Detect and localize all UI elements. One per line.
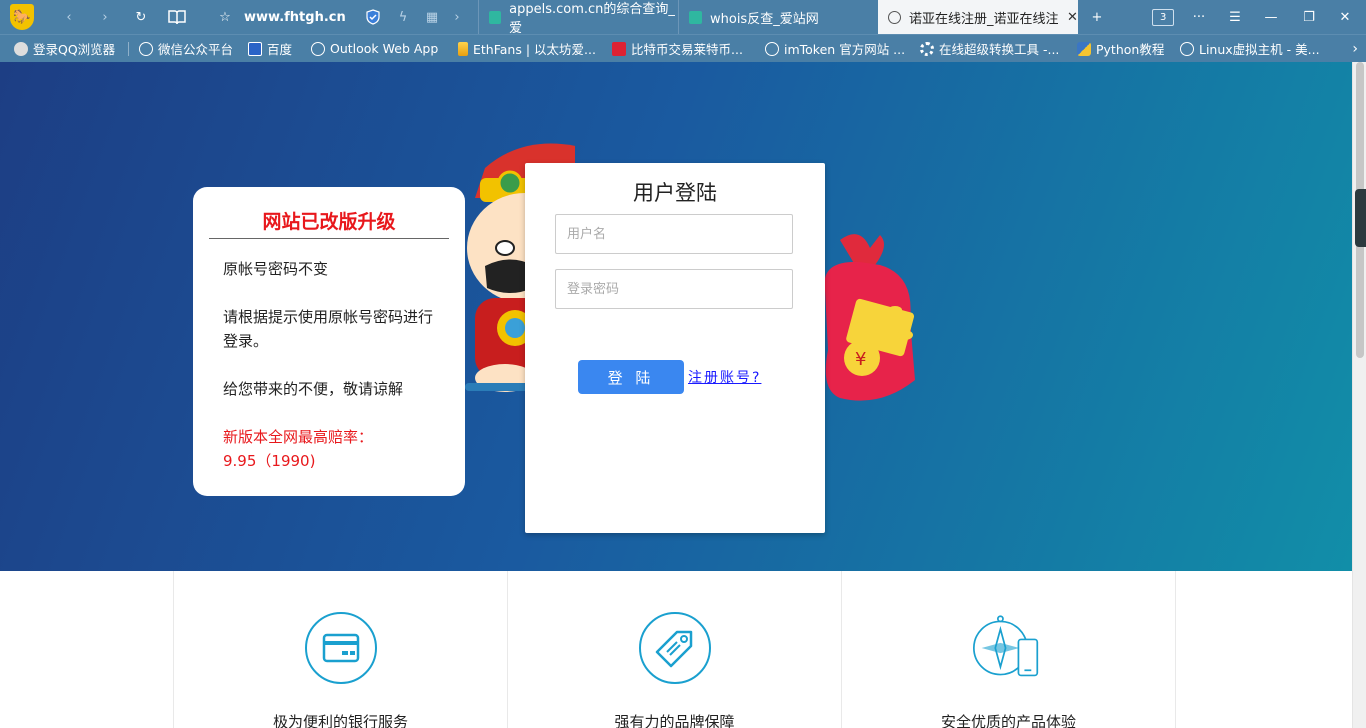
side-float-widget[interactable] — [1355, 189, 1366, 247]
bookmark-wechat[interactable]: 微信公众平台 — [139, 35, 233, 62]
feature-label: 安全优质的产品体验 — [940, 713, 1076, 728]
svg-text:¥: ¥ — [855, 349, 866, 370]
tab-whois[interactable]: whois反查_爱站网 — [678, 0, 876, 34]
restore-icon[interactable]: ❐ — [1294, 0, 1324, 34]
bookmark-imtoken[interactable]: imToken 官方网站 ... — [765, 35, 905, 62]
baidu-paw-icon — [248, 41, 262, 56]
back-icon[interactable]: ‹ — [56, 0, 82, 34]
notice-line-instruction: 请根据提示使用原帐号密码进行登录。 — [223, 308, 434, 350]
bookmark-bitcoin[interactable]: 比特币交易莱特币... — [612, 35, 743, 62]
bookmarks-bar: 登录QQ浏览器 微信公众平台 百度 Outlook Web App EthFan… — [0, 34, 1366, 62]
feature-icon-circle — [305, 612, 377, 684]
browser-tab-bar: 🐎 ‹ › ↻ ☆ www.fhtgh.cn ϟ ▦ › appels.com.… — [0, 0, 1366, 36]
feature-icon-circle — [973, 612, 1045, 684]
globe-icon — [311, 41, 325, 56]
site-favicon-icon — [489, 10, 502, 24]
more-bookmarks-chevron-icon[interactable]: › — [1352, 35, 1358, 62]
globe-icon — [139, 41, 153, 56]
bookmark-baidu[interactable]: 百度 — [248, 35, 292, 62]
feature-icon-circle — [639, 612, 711, 684]
price-tag-icon — [655, 630, 693, 668]
new-tab-button[interactable]: + — [1082, 0, 1112, 34]
bookmark-python[interactable]: Python教程 — [1077, 35, 1164, 62]
bookmark-linux[interactable]: Linux虚拟主机 - 美... — [1180, 35, 1320, 62]
feature-label: 极为便利的银行服务 — [272, 713, 408, 728]
hamburger-menu-icon[interactable]: ☰ — [1220, 0, 1250, 34]
login-button[interactable]: 登 陆 — [578, 360, 684, 394]
close-tab-icon[interactable]: ✕ — [1067, 10, 1078, 25]
python-icon — [1077, 41, 1091, 56]
notice-line-odds-label: 新版本全网最高赔率： — [223, 428, 374, 446]
login-card: 用户登陆 登 陆 注册账号? — [525, 163, 825, 533]
forward-icon[interactable]: › — [92, 0, 118, 34]
features-row: 极为便利的银行服务 强有力的品牌保障 安全优质的产品体验 — [173, 571, 1177, 728]
notice-line-odds-value: 9.95（1990) — [223, 452, 316, 470]
refresh-icon[interactable]: ↻ — [128, 0, 154, 34]
qr-code-icon[interactable]: ▦ — [419, 0, 445, 34]
tab-title: 诺亚在线注册_诺亚在线注册 — [909, 11, 1059, 27]
bookmark-ethfans[interactable]: EthFans | 以太坊爱... — [458, 35, 596, 62]
red-money-bag-illustration-icon: ¥ — [824, 234, 915, 401]
reader-icon[interactable] — [164, 0, 190, 34]
bookmark-outlook[interactable]: Outlook Web App — [311, 35, 438, 62]
site-favicon-icon — [689, 10, 702, 24]
address-bar-url[interactable]: www.fhtgh.cn — [244, 0, 346, 34]
gear-icon — [920, 41, 934, 56]
browser-logo[interactable]: 🐎 — [10, 0, 36, 34]
security-shield-icon[interactable] — [360, 0, 386, 34]
notice-title: 网站已改版升级 — [209, 207, 449, 239]
notice-line-apology: 给您带来的不便，敬请谅解 — [223, 380, 404, 398]
tab-noah-active[interactable]: 诺亚在线注册_诺亚在线注册 ✕ — [878, 0, 1078, 34]
tab-count-badge[interactable]: 3 — [1152, 0, 1175, 34]
tab-appels[interactable]: appels.com.cn的综合查询_爱 — [478, 0, 676, 36]
bookmark-divider — [128, 42, 129, 56]
bitcoin-exchange-icon — [612, 41, 626, 56]
feature-label: 强有力的品牌保障 — [614, 713, 735, 728]
tab-title: appels.com.cn的综合查询_爱 — [509, 2, 675, 36]
register-link[interactable]: 注册账号? — [688, 367, 761, 387]
credit-card-icon — [322, 633, 360, 663]
ferrari-logo-icon: 🐎 — [10, 4, 34, 30]
feature-brand: 强有力的品牌保障 — [508, 571, 842, 728]
globe-icon — [1180, 41, 1194, 56]
lightning-icon[interactable]: ϟ — [390, 0, 416, 34]
hero-banner: ¥ 网站已改版升级 原帐号密码不变 请根据提示使用原帐号密码进行登录。 给您带来… — [0, 62, 1366, 571]
feature-experience: 安全优质的产品体验 — [842, 571, 1176, 728]
favorite-star-icon[interactable]: ☆ — [212, 0, 238, 34]
globe-icon — [765, 41, 779, 56]
globe-icon — [888, 10, 901, 24]
notice-line-account: 原帐号密码不变 — [223, 260, 329, 278]
username-input[interactable] — [555, 214, 793, 254]
ethereum-icon — [458, 41, 468, 56]
compass-mobile-icon — [973, 615, 1039, 677]
login-title: 用户登陆 — [633, 181, 717, 205]
feature-banking: 极为便利的银行服务 — [174, 571, 508, 728]
close-window-icon[interactable]: ✕ — [1330, 0, 1360, 34]
chevron-right-icon[interactable]: › — [444, 0, 470, 34]
tab-title: whois反查_爱站网 — [710, 11, 819, 27]
bookmark-converter[interactable]: 在线超级转换工具 -... — [920, 35, 1059, 62]
upgrade-notice-card: 网站已改版升级 原帐号密码不变 请根据提示使用原帐号密码进行登录。 给您带来的不… — [193, 187, 465, 496]
password-input[interactable] — [555, 269, 793, 309]
more-menu-icon[interactable]: ··· — [1184, 0, 1214, 34]
user-avatar-icon — [14, 41, 28, 56]
minimize-icon[interactable]: — — [1256, 0, 1286, 34]
bookmark-qq-login[interactable]: 登录QQ浏览器 — [14, 35, 115, 62]
page-scrollbar[interactable] — [1352, 62, 1366, 728]
